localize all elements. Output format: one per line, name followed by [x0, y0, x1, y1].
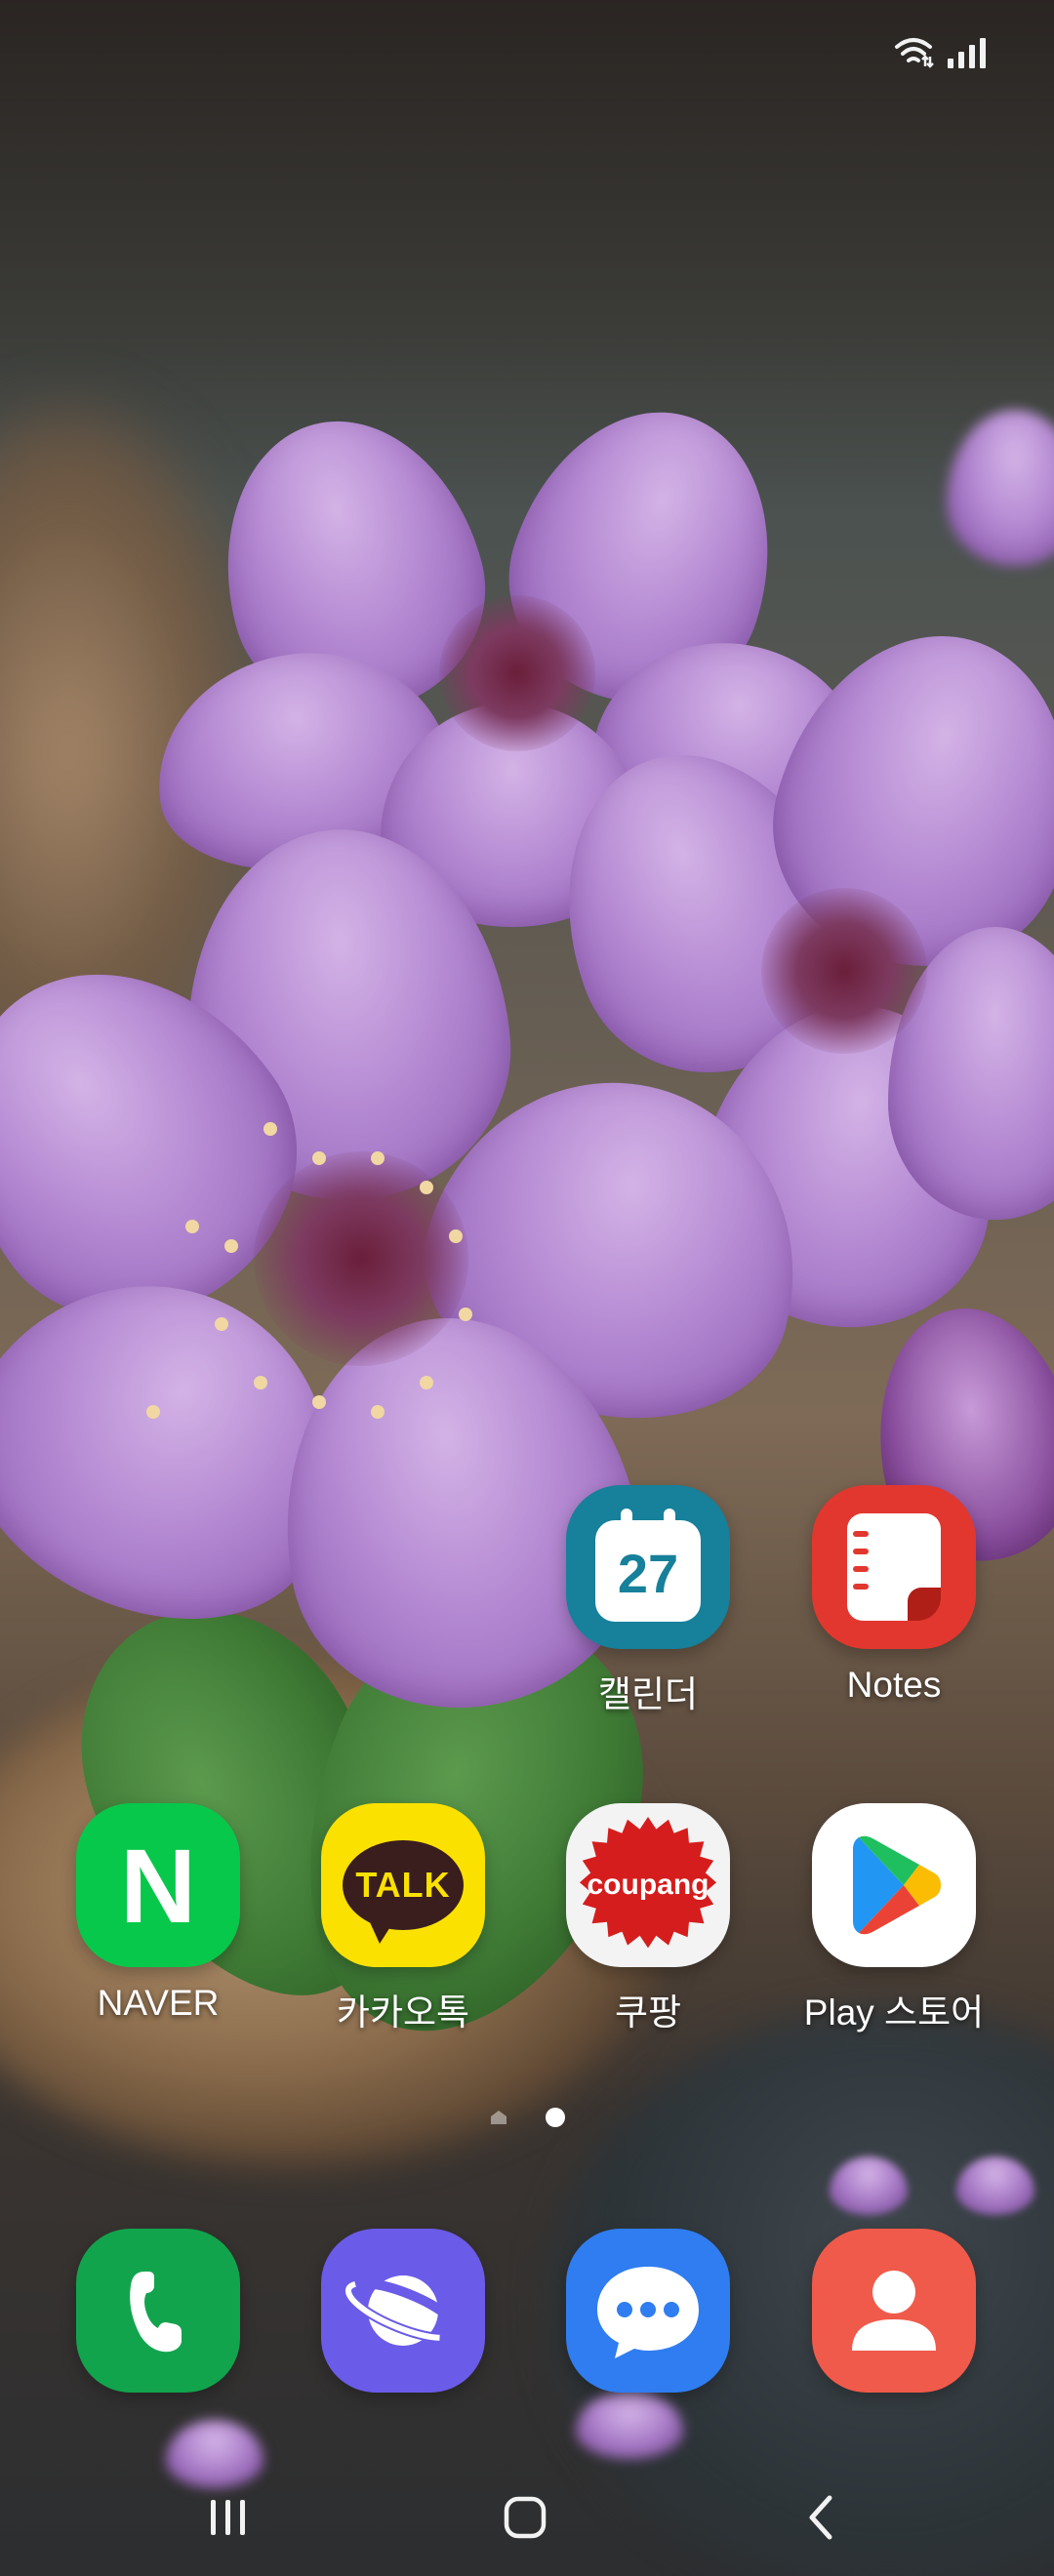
app-notes[interactable]: Notes [787, 1485, 1001, 1706]
app-label: 카카오톡 [336, 1992, 470, 2033]
home-icon [504, 2496, 547, 2539]
app-label: 쿠팡 [614, 1992, 682, 2033]
phone-icon[interactable] [76, 2229, 240, 2393]
naver-logo: N [120, 1826, 196, 1945]
page-indicator[interactable] [0, 2108, 1054, 2127]
coupang-icon[interactable]: coupang [566, 1803, 730, 1967]
app-play-store[interactable]: Play 스토어 [787, 1803, 1001, 2035]
app-calendar[interactable]: 27 캘린더 [541, 1485, 755, 1717]
status-bar [893, 35, 986, 68]
naver-icon[interactable]: N [76, 1803, 240, 1967]
home-button[interactable] [466, 2459, 584, 2576]
back-icon [809, 2495, 832, 2540]
wallpaper-petal [947, 410, 1054, 566]
dock-messages[interactable] [541, 2229, 755, 2393]
wifi-icon [895, 38, 934, 68]
kakaotalk-logo: TALK [355, 1865, 451, 1905]
recent-apps-button[interactable] [170, 2459, 287, 2576]
app-naver[interactable]: N NAVER [51, 1803, 265, 2024]
coupang-logo: coupang [587, 1869, 709, 1901]
app-kakaotalk[interactable]: TALK 카카오톡 [296, 1803, 510, 2035]
back-button[interactable] [763, 2459, 880, 2576]
dock-internet[interactable] [296, 2229, 510, 2393]
chat-bubble-icon[interactable] [566, 2229, 730, 2393]
app-coupang[interactable]: coupang 쿠팡 [541, 1803, 755, 2035]
current-page-dot [546, 2108, 565, 2127]
kakaotalk-icon[interactable]: TALK [321, 1803, 485, 1967]
signal-icon [948, 35, 986, 68]
app-label: 캘린더 [597, 1674, 699, 1714]
app-label: Notes [846, 1665, 942, 1705]
home-page-indicator-icon [491, 2111, 507, 2124]
dock-contacts[interactable] [787, 2229, 1001, 2393]
navigation-bar [0, 2459, 1054, 2576]
play-triangle-icon [853, 1835, 941, 1935]
dock-phone[interactable] [51, 2229, 265, 2393]
calendar-date: 27 [617, 1542, 679, 1604]
recent-apps-icon [211, 2500, 245, 2535]
person-icon[interactable] [812, 2229, 976, 2393]
calendar-icon[interactable]: 27 [566, 1485, 730, 1649]
play-store-icon[interactable] [812, 1803, 976, 1967]
planet-icon[interactable] [321, 2229, 485, 2393]
app-label: Play 스토어 [803, 1992, 985, 2033]
app-label: NAVER [97, 1983, 220, 2023]
notes-icon[interactable] [812, 1485, 976, 1649]
home-screen: 27 캘린더 Notes N NAVER TALK 카카오톡 coupang 쿠… [0, 0, 1054, 2576]
